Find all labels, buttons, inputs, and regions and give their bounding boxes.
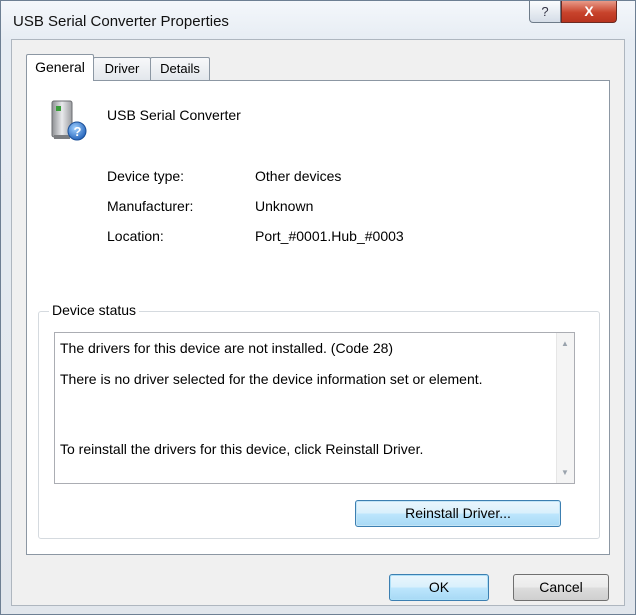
manufacturer-value: Unknown [255, 198, 314, 214]
tab-general[interactable]: General [26, 54, 94, 81]
device-status-textbox[interactable]: The drivers for this device are not inst… [54, 332, 575, 484]
close-icon: X [584, 3, 594, 19]
status-line-detail: There is no driver selected for the devi… [60, 371, 483, 387]
tab-driver[interactable]: Driver [93, 57, 151, 80]
help-icon: ? [541, 4, 549, 19]
ok-button[interactable]: OK [389, 574, 489, 601]
help-button[interactable]: ? [529, 1, 561, 23]
cancel-button[interactable]: Cancel [513, 574, 609, 601]
device-status-group: Device status The drivers for this devic… [38, 302, 600, 539]
device-unknown-icon: ? [49, 99, 89, 143]
device-type-label: Device type: [107, 168, 185, 184]
status-line-instruction: To reinstall the drivers for this device… [60, 441, 424, 457]
tab-details[interactable]: Details [150, 57, 210, 80]
reinstall-driver-button[interactable]: Reinstall Driver... [355, 500, 561, 527]
location-label: Location: [107, 228, 164, 244]
scroll-down-arrow-icon[interactable]: ▼ [561, 468, 569, 477]
title-bar[interactable]: USB Serial Converter Properties ? X [1, 1, 635, 39]
location-value: Port_#0001.Hub_#0003 [255, 228, 404, 244]
svg-text:?: ? [74, 124, 82, 139]
status-scrollbar[interactable]: ▲ ▼ [556, 333, 574, 483]
device-status-legend: Device status [49, 302, 140, 318]
properties-dialog: USB Serial Converter Properties ? X Gene… [0, 0, 636, 615]
dialog-client-area: General Driver Details ? USB Serial Conv… [11, 39, 625, 606]
device-name: USB Serial Converter [107, 107, 241, 123]
close-button[interactable]: X [561, 1, 617, 23]
device-type-value: Other devices [255, 168, 342, 184]
status-line-code: The drivers for this device are not inst… [60, 340, 394, 356]
manufacturer-label: Manufacturer: [107, 198, 194, 214]
window-title: USB Serial Converter Properties [13, 13, 229, 30]
scroll-up-arrow-icon[interactable]: ▲ [561, 339, 569, 348]
general-tab-panel: ? USB Serial Converter Device type: Othe… [26, 80, 610, 555]
